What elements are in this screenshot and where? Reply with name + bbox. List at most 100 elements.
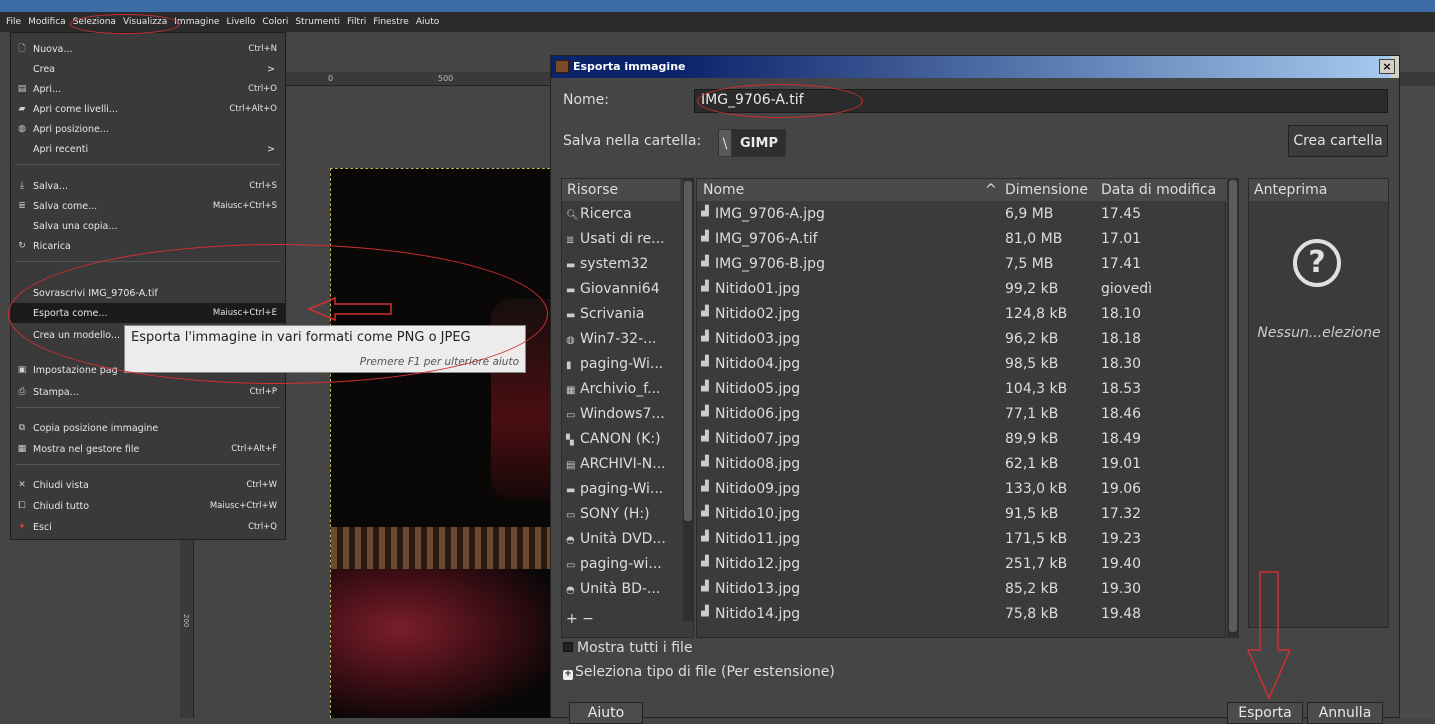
file-size: 171,5 kB — [1005, 531, 1068, 547]
file-row[interactable]: ▟ IMG_9706-A.tif 81,0 MB 17.01 — [697, 228, 1217, 253]
place-item[interactable]: ▭ Windows7... — [562, 403, 680, 428]
file-row[interactable]: ▟ Nitido01.jpg 99,2 kB giovedì — [697, 278, 1217, 303]
menu-filtri[interactable]: Filtri — [347, 17, 366, 27]
disc-icon: ◓ — [566, 585, 575, 596]
place-item[interactable]: ◓ Unità BD-... — [562, 578, 680, 603]
menu-seleziona[interactable]: Seleziona — [73, 17, 116, 27]
file-row[interactable]: ▟ Nitido11.jpg 171,5 kB 19.23 — [697, 528, 1217, 553]
menu-item-label: Mostra nel gestore file — [33, 443, 140, 455]
menu-livello[interactable]: Livello — [226, 17, 255, 27]
file-row[interactable]: ▟ Nitido09.jpg 133,0 kB 19.06 — [697, 478, 1217, 503]
folder-label: Salva nella cartella: — [563, 133, 702, 149]
places-header[interactable]: Risorse — [562, 179, 680, 201]
menu-item-label: Ricarica — [33, 240, 71, 252]
place-item[interactable]: ◍ Win7-32-... — [562, 328, 680, 353]
place-item[interactable]: ▚ CANON (K:) — [562, 428, 680, 453]
menu-item-crea[interactable]: Crea > — [11, 59, 285, 79]
place-item[interactable]: ▬ Giovanni64 — [562, 278, 680, 303]
place-item[interactable]: ▮ paging-Wi... — [562, 353, 680, 378]
menu-item-ricarica[interactable]: ↻ Ricarica — [11, 236, 285, 256]
page-setup-icon: ▣ — [17, 365, 27, 375]
places-scrollbar[interactable] — [683, 179, 693, 621]
menu-item-mostra-gestore[interactable]: ▦ Mostra nel gestore file Ctrl+Alt+F — [11, 439, 285, 459]
file-date: 18.18 — [1101, 331, 1142, 347]
menu-item-apri-livelli[interactable]: ▰ Apri come livelli... Ctrl+Alt+O — [11, 99, 285, 119]
menu-item-apri-posizione[interactable]: ◍ Apri posizione... — [11, 119, 285, 139]
path-root-button[interactable]: \ — [718, 129, 732, 157]
menu-item-esporta-come[interactable]: Esporta come... Maiusc+Ctrl+E — [11, 303, 285, 323]
file-row[interactable]: ▟ Nitido06.jpg 77,1 kB 18.46 — [697, 403, 1217, 428]
export-button[interactable]: Esporta — [1227, 702, 1303, 724]
menu-item-salva-copia[interactable]: Salva una copia... — [11, 216, 285, 236]
menu-item-esci[interactable]: ✦ Esci Ctrl+Q — [11, 517, 285, 537]
path-gimp-button[interactable]: GIMP — [732, 129, 786, 157]
file-row[interactable]: ▟ Nitido14.jpg 75,8 kB 19.48 — [697, 603, 1217, 628]
image-rail-region — [331, 527, 560, 569]
help-button[interactable]: Aiuto — [569, 702, 643, 724]
place-item[interactable]: ▦ Archivio_f... — [562, 378, 680, 403]
menu-immagine[interactable]: Immagine — [174, 17, 219, 27]
menu-item-apri-recenti[interactable]: Apri recenti > — [11, 139, 285, 159]
file-date: 19.06 — [1101, 481, 1142, 497]
checkbox-icon — [563, 642, 573, 652]
place-item[interactable]: ▭ paging-wi... — [562, 553, 680, 578]
file-size: 133,0 kB — [1005, 481, 1068, 497]
file-date: 19.23 — [1101, 531, 1142, 547]
filename-input[interactable]: IMG_9706-A.tif — [694, 89, 1388, 113]
file-row[interactable]: ▟ Nitido02.jpg 124,8 kB 18.10 — [697, 303, 1217, 328]
menu-item-salva-come[interactable]: ≣ Salva come... Maiusc+Ctrl+S — [11, 196, 285, 216]
place-item[interactable]: ▬ system32 — [562, 253, 680, 278]
menu-item-shortcut: Ctrl+Alt+F — [231, 444, 277, 454]
menu-item-chiudi-tutto[interactable]: ⧠ Chiudi tutto Maiusc+Ctrl+W — [11, 496, 285, 516]
menu-item-copia-posizione[interactable]: ⧉ Copia posizione immagine — [11, 418, 285, 438]
menu-strumenti[interactable]: Strumenti — [295, 17, 340, 27]
column-date[interactable]: Data di modifica — [1101, 182, 1216, 198]
file-name: Nitido04.jpg — [715, 356, 801, 372]
place-item[interactable]: ◓ Unità DVD... — [562, 528, 680, 553]
menu-item-apri[interactable]: ▤ Apri... Ctrl+O — [11, 79, 285, 99]
file-row[interactable]: ▟ IMG_9706-A.jpg 6,9 MB 17.45 — [697, 203, 1217, 228]
file-row[interactable]: ▟ IMG_9706-B.jpg 7,5 MB 17.41 — [697, 253, 1217, 278]
menu-item-sovrascrivi[interactable]: Sovrascrivi IMG_9706-A.tif — [11, 283, 285, 303]
file-row[interactable]: ▟ Nitido12.jpg 251,7 kB 19.40 — [697, 553, 1217, 578]
menu-colori[interactable]: Colori — [262, 17, 288, 27]
file-row[interactable]: ▟ Nitido04.jpg 98,5 kB 18.30 — [697, 353, 1217, 378]
show-all-files-checkbox[interactable]: Mostra tutti i file — [563, 640, 693, 656]
menu-item-nuova[interactable]: 🗋︎ Nuova... Ctrl+N — [11, 39, 285, 59]
menu-visualizza[interactable]: Visualizza — [123, 17, 167, 27]
column-name[interactable]: Nome — [703, 182, 744, 198]
create-folder-button[interactable]: Crea cartella — [1288, 125, 1388, 157]
file-row[interactable]: ▟ Nitido05.jpg 104,3 kB 18.53 — [697, 378, 1217, 403]
place-item[interactable]: ▭ SONY (H:) — [562, 503, 680, 528]
dialog-titlebar[interactable]: Esporta immagine × — [551, 56, 1399, 78]
menu-finestre[interactable]: Finestre — [373, 17, 409, 27]
menu-item-salva[interactable]: ⤓ Salva... Ctrl+S — [11, 176, 285, 196]
menu-item-stampa[interactable]: ⎙ Stampa... Ctrl+P — [11, 382, 285, 402]
place-item[interactable]: ▬ Scrivania — [562, 303, 680, 328]
cancel-button[interactable]: Annulla — [1307, 702, 1383, 724]
place-item[interactable]: ≣ Usati di re... — [562, 228, 680, 253]
menu-modifica[interactable]: Modifica — [28, 17, 66, 27]
window-top-strip — [0, 0, 1435, 12]
file-row[interactable]: ▟ Nitido07.jpg 89,9 kB 18.49 — [697, 428, 1217, 453]
menu-file[interactable]: File — [6, 17, 21, 27]
place-item[interactable]: 🔍︎Ricerca — [562, 203, 680, 228]
place-item[interactable]: ▤ ARCHIVI-N... — [562, 453, 680, 478]
file-list-scrollbar[interactable] — [1227, 178, 1239, 638]
menubar: File Modifica Seleziona Visualizza Immag… — [0, 12, 1435, 32]
file-date: 17.41 — [1101, 256, 1142, 272]
file-row[interactable]: ▟ Nitido10.jpg 91,5 kB 17.32 — [697, 503, 1217, 528]
close-button[interactable]: × — [1379, 59, 1395, 74]
image-canvas[interactable] — [330, 168, 560, 718]
file-row[interactable]: ▟ Nitido13.jpg 85,2 kB 19.30 — [697, 578, 1217, 603]
file-row[interactable]: ▟ Nitido08.jpg 62,1 kB 19.01 — [697, 453, 1217, 478]
menu-item-chiudi-vista[interactable]: ✕ Chiudi vista Ctrl+W — [11, 475, 285, 495]
place-item[interactable]: ▬ paging-Wi... — [562, 478, 680, 503]
drive-icon: ▤ — [566, 460, 576, 471]
add-remove-bookmark[interactable]: + − — [566, 611, 594, 627]
filetype-expander[interactable]: + Seleziona tipo di file (Per estensione) — [563, 664, 835, 680]
file-row[interactable]: ▟ Nitido03.jpg 96,2 kB 18.18 — [697, 328, 1217, 353]
menu-aiuto[interactable]: Aiuto — [416, 17, 439, 27]
tooltip: Esporta l'immagine in vari formati come … — [124, 325, 526, 373]
column-size[interactable]: Dimensione — [1005, 182, 1088, 198]
